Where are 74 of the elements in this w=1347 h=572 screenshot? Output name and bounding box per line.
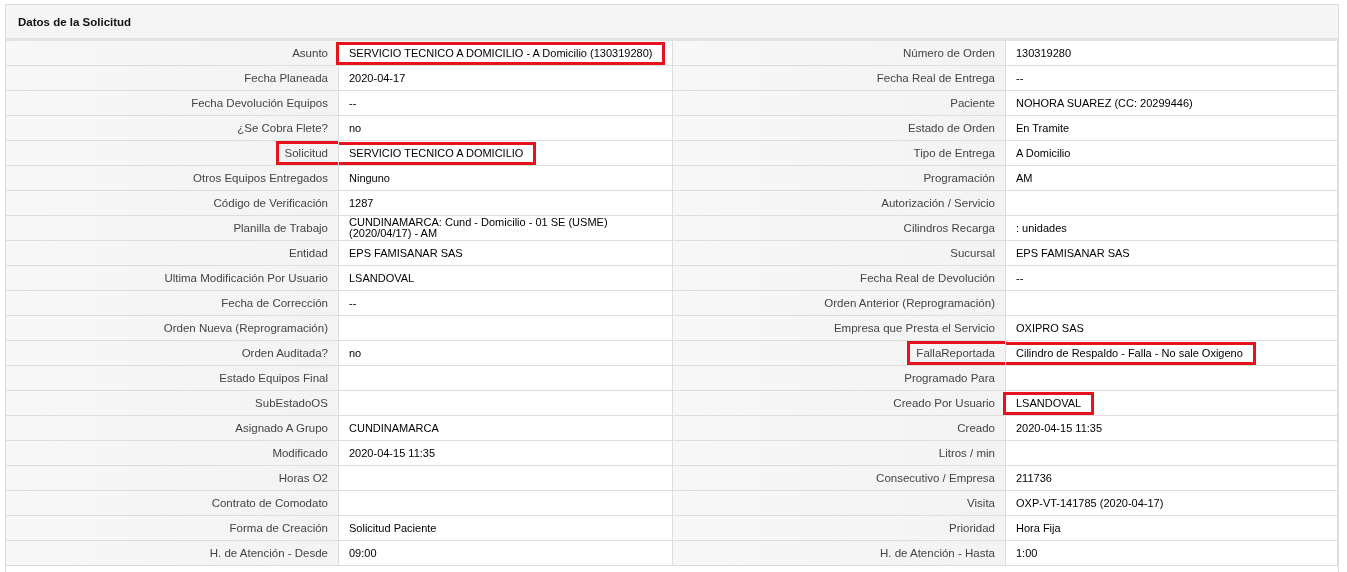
field-label: Fecha Real de Entrega (875, 71, 996, 86)
field-value: 2020-04-15 11:35 (1015, 420, 1104, 436)
field-label: Asunto (291, 46, 329, 61)
field-label: SubEstadoOS (254, 396, 329, 411)
field-value: -- (1015, 270, 1025, 286)
field-value: 211736 (1015, 470, 1053, 486)
field-label: Planilla de Trabajo (232, 221, 329, 236)
field-value: : unidades (1015, 220, 1068, 236)
field-value: En Tramite (1015, 120, 1071, 136)
field-label: Litros / min (937, 446, 996, 461)
field-value: -- (348, 295, 358, 311)
field-value: 1:00 (1015, 545, 1039, 561)
field-label: Sucursal (949, 246, 996, 261)
field-value: CUNDINAMARCA (348, 420, 440, 436)
field-value: A Domicilio (1015, 145, 1072, 161)
field-value: SERVICIO TECNICO A DOMICILIO (339, 141, 537, 165)
field-label: Fecha Planeada (243, 71, 329, 86)
field-value: 2020-04-17 (348, 70, 407, 86)
field-value: Hora Fija (1015, 520, 1062, 536)
field-label: Fecha Devolución Equipos (190, 96, 329, 111)
field-value: AM (1015, 170, 1034, 186)
field-label: Código de Verificación (212, 196, 329, 211)
field-label: Contrato de Comodato (210, 496, 329, 511)
field-label: Entidad (288, 246, 329, 261)
field-label: Orden Nueva (Reprogramación) (162, 321, 329, 336)
field-label: Modificado (271, 446, 329, 461)
field-label: Número de Orden (901, 46, 996, 61)
field-value: -- (348, 95, 358, 111)
field-label: Prioridad (947, 521, 996, 536)
field-label: Empresa que Presta el Servicio (832, 321, 996, 336)
field-value: EPS FAMISANAR SAS (348, 245, 464, 261)
field-value: OXP-VT-141785 (2020-04-17) (1015, 495, 1165, 511)
field-value: SERVICIO TECNICO A DOMICILIO - A Domicilio (130319280) (336, 41, 666, 65)
field-label: Visita (966, 496, 996, 511)
field-label: Forma de Creación (228, 521, 329, 536)
field-value: no (348, 120, 363, 136)
field-value: 09:00 (348, 545, 378, 561)
field-label: H. de Atención - Desde (208, 546, 329, 561)
field-label: Estado Equipos Final (218, 371, 329, 386)
field-label: Autorización / Servicio (880, 196, 996, 211)
field-label: Orden Anterior (Reprogramación) (823, 296, 996, 311)
field-value: OXIPRO SAS (1015, 320, 1085, 336)
field-value: CUNDINAMARCA: Cund - Domicilio - 01 SE (USME) (2020/04/17) - AM (348, 215, 609, 241)
field-value: EPS FAMISANAR SAS (1015, 245, 1131, 261)
field-label: ¿Se Cobra Flete? (236, 121, 329, 136)
field-label: Orden Auditada? (240, 346, 329, 361)
field-label: Programado Para (903, 371, 996, 386)
field-value: LSANDOVAL (348, 270, 416, 286)
field-label: Horas O2 (277, 471, 329, 486)
field-label: Paciente (949, 96, 996, 111)
field-value: 2020-04-15 11:35 (348, 445, 437, 461)
field-label: Tipo de Entrega (912, 146, 996, 161)
field-label: Creado (956, 421, 996, 436)
field-label: Programación (922, 171, 996, 186)
field-label: Creado Por Usuario (892, 396, 996, 411)
field-label: Consecutivo / Empresa (875, 471, 996, 486)
field-label: Cilindros Recarga (902, 221, 996, 236)
field-value: LSANDOVAL (1003, 391, 1095, 415)
field-value: -- (1015, 70, 1025, 86)
field-value: Ninguno (348, 170, 391, 186)
field-value: 130319280 (1015, 45, 1073, 61)
panel-title: Datos de la Solicitud (18, 15, 132, 28)
field-label: Ultima Modificación Por Usuario (163, 271, 329, 286)
field-label: H. de Atención - Hasta (878, 546, 996, 561)
field-label: Otros Equipos Entregados (192, 171, 329, 186)
field-label: Fecha Real de Devolución (859, 271, 996, 286)
field-label: Fecha de Corrección (220, 296, 329, 311)
field-value: Cilindro de Respaldo - Falla - No sale Oxigeno (1006, 341, 1256, 365)
field-label: Asignado A Grupo (234, 421, 329, 436)
field-value: 1287 (348, 195, 375, 211)
field-value: NOHORA SUAREZ (CC: 20299446) (1015, 95, 1194, 111)
field-label: Estado de Orden (907, 121, 996, 136)
field-value: no (348, 345, 363, 361)
field-value: Solicitud Paciente (348, 520, 438, 536)
